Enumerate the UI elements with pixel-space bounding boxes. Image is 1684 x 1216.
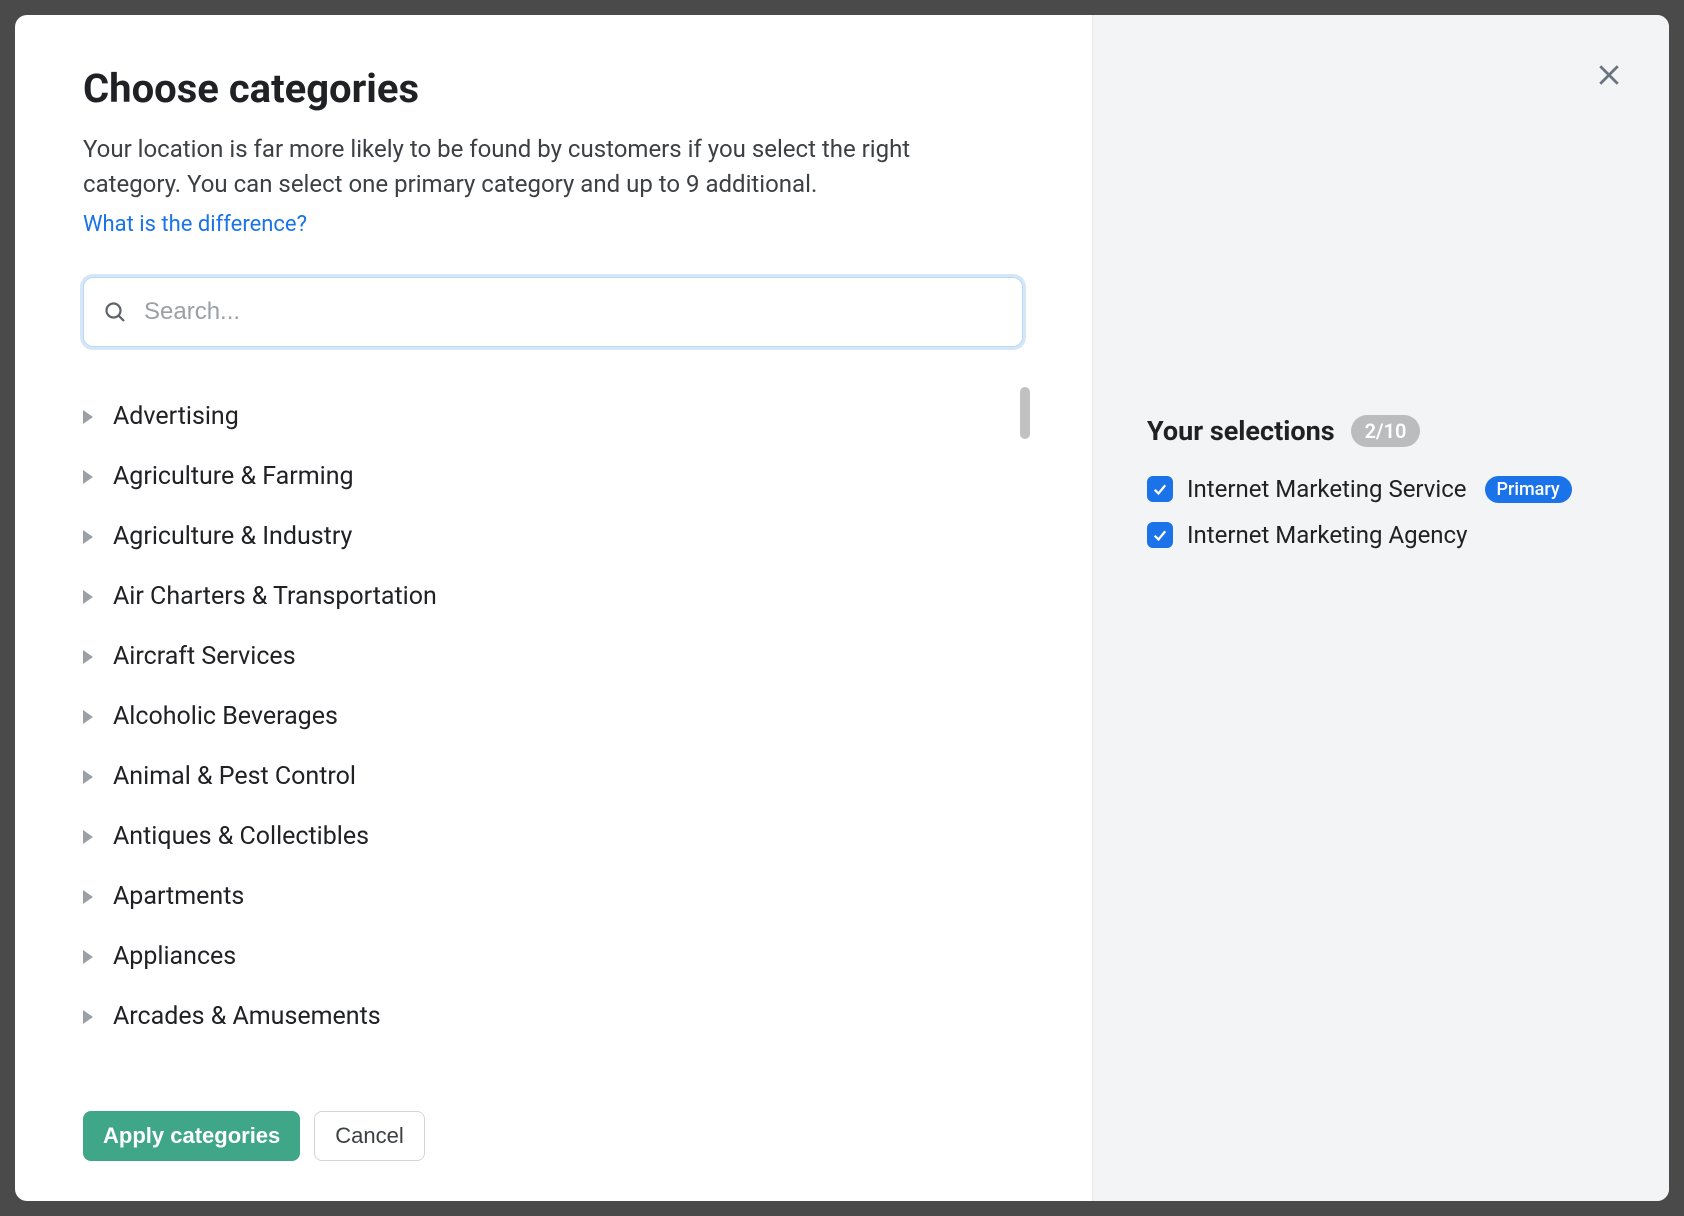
chevron-right-icon bbox=[83, 470, 93, 484]
right-panel: Your selections 2/10 Internet Marketing … bbox=[1093, 15, 1669, 1201]
category-item[interactable]: Apartments bbox=[83, 867, 1002, 927]
search-icon bbox=[103, 300, 127, 324]
category-item[interactable]: Arcades & Amusements bbox=[83, 987, 1002, 1047]
category-item[interactable]: Air Charters & Transportation bbox=[83, 567, 1002, 627]
chevron-right-icon bbox=[83, 590, 93, 604]
scrollbar-thumb[interactable] bbox=[1020, 387, 1030, 439]
selections-count-badge: 2/10 bbox=[1351, 415, 1421, 447]
category-label: Alcoholic Beverages bbox=[113, 702, 338, 731]
chevron-right-icon bbox=[83, 830, 93, 844]
check-icon bbox=[1151, 526, 1169, 544]
left-panel: Choose categories Your location is far m… bbox=[15, 15, 1093, 1201]
category-label: Animal & Pest Control bbox=[113, 762, 356, 791]
category-label: Appliances bbox=[113, 942, 236, 971]
selections-list: Internet Marketing ServicePrimaryInterne… bbox=[1147, 475, 1609, 549]
check-icon bbox=[1151, 480, 1169, 498]
category-item[interactable]: Advertising bbox=[83, 387, 1002, 447]
chevron-right-icon bbox=[83, 650, 93, 664]
category-label: Arcades & Amusements bbox=[113, 1002, 381, 1031]
search-wrap bbox=[83, 277, 1032, 347]
selection-item: Internet Marketing Agency bbox=[1147, 521, 1609, 549]
category-item[interactable]: Aircraft Services bbox=[83, 627, 1002, 687]
selection-checkbox[interactable] bbox=[1147, 476, 1173, 502]
chevron-right-icon bbox=[83, 950, 93, 964]
category-item[interactable]: Alcoholic Beverages bbox=[83, 687, 1002, 747]
cancel-button[interactable]: Cancel bbox=[314, 1111, 424, 1161]
chevron-right-icon bbox=[83, 890, 93, 904]
modal-subtitle: Your location is far more likely to be f… bbox=[83, 132, 1003, 202]
category-item[interactable]: Antiques & Collectibles bbox=[83, 807, 1002, 867]
apply-button[interactable]: Apply categories bbox=[83, 1111, 300, 1161]
help-link[interactable]: What is the difference? bbox=[83, 212, 1032, 237]
category-item[interactable]: Animal & Pest Control bbox=[83, 747, 1002, 807]
chevron-right-icon bbox=[83, 770, 93, 784]
category-item[interactable]: Agriculture & Industry bbox=[83, 507, 1002, 567]
category-label: Antiques & Collectibles bbox=[113, 822, 369, 851]
selection-checkbox[interactable] bbox=[1147, 522, 1173, 548]
primary-badge: Primary bbox=[1485, 476, 1572, 503]
close-button[interactable] bbox=[1589, 55, 1629, 95]
selection-item: Internet Marketing Service Primary bbox=[1147, 475, 1609, 503]
category-label: Air Charters & Transportation bbox=[113, 582, 437, 611]
selection-label: Internet Marketing Service bbox=[1187, 475, 1467, 503]
selection-label: Internet Marketing Agency bbox=[1187, 521, 1467, 549]
category-modal: Choose categories Your location is far m… bbox=[15, 15, 1669, 1201]
category-label: Apartments bbox=[113, 882, 244, 911]
chevron-right-icon bbox=[83, 1010, 93, 1024]
selections-title: Your selections bbox=[1147, 415, 1335, 447]
category-list[interactable]: Advertising Agriculture & Farming Agricult… bbox=[83, 387, 1032, 1081]
search-input[interactable] bbox=[83, 277, 1023, 347]
selections-header: Your selections 2/10 bbox=[1147, 415, 1609, 447]
category-label: Advertising bbox=[113, 402, 239, 431]
category-item[interactable]: Appliances bbox=[83, 927, 1002, 987]
chevron-right-icon bbox=[83, 410, 93, 424]
modal-title: Choose categories bbox=[83, 65, 1032, 112]
chevron-right-icon bbox=[83, 710, 93, 724]
category-label: Agriculture & Farming bbox=[113, 462, 354, 491]
modal-footer: Apply categories Cancel bbox=[83, 1111, 1032, 1161]
category-label: Aircraft Services bbox=[113, 642, 296, 671]
category-item[interactable]: Agriculture & Farming bbox=[83, 447, 1002, 507]
close-icon bbox=[1594, 60, 1624, 90]
chevron-right-icon bbox=[83, 530, 93, 544]
category-label: Agriculture & Industry bbox=[113, 522, 352, 551]
